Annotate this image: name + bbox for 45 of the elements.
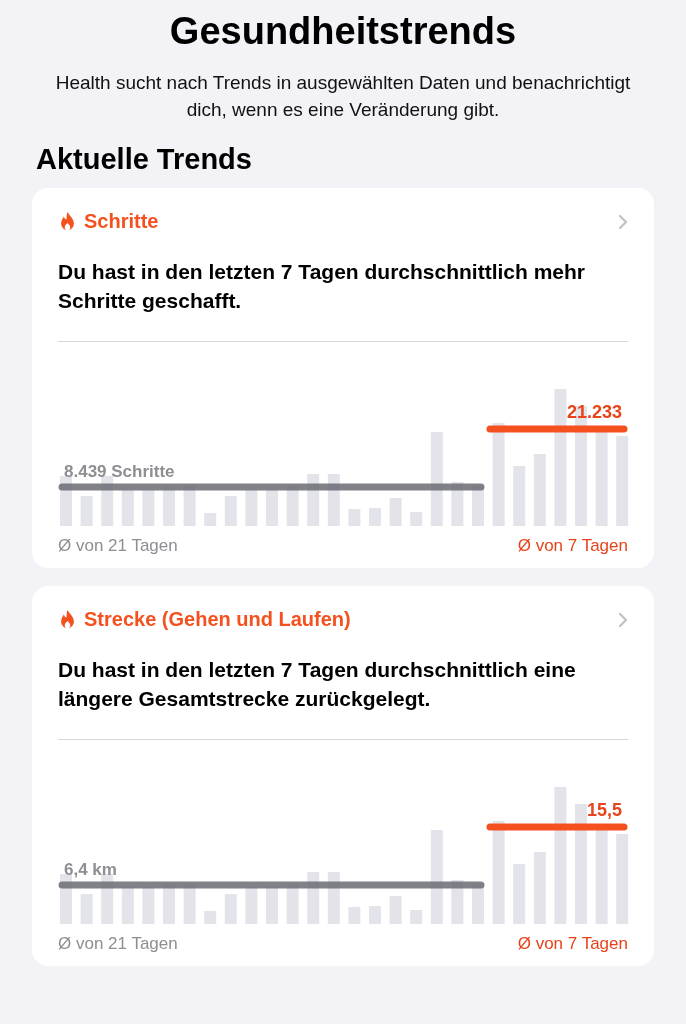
chart-bar <box>266 489 278 526</box>
chart-bar <box>224 496 237 526</box>
chart-bar <box>533 852 546 924</box>
section-title: Aktuelle Trends <box>36 143 253 176</box>
chart-bar <box>80 496 93 526</box>
chart-bar <box>204 513 217 526</box>
chart-bar <box>204 911 217 924</box>
chart-bar <box>245 887 258 924</box>
chart-bar <box>348 907 361 924</box>
chart-bar <box>513 466 526 526</box>
page-title: Gesundheitstrends <box>168 10 518 53</box>
chart-bar <box>533 454 546 526</box>
chart-bar <box>369 508 381 526</box>
old-average-label: 6,4 km <box>64 860 117 879</box>
old-period-label: Ø von 21 Tagen <box>58 934 178 954</box>
chart-bar <box>348 509 361 526</box>
trend-message: Du hast in den letzten 7 Tagen durchschnittlich eine längere Gesamtstrecke zurückgelegt. <box>58 657 577 712</box>
new-period-label: Ø von 7 Tagen <box>517 934 628 954</box>
trend-card[interactable]: Schritte Du hast in den letzten 7 Tagen durchschnittlich mehr Schritte geschafft. 8.439 Schritte 21.233 Ø von 21 Tagen Ø von 7 Tagen <box>32 188 654 568</box>
chart-bar <box>224 894 237 924</box>
intro-text: Health sucht nach Trends in ausgewählten Daten und benachrichtigt dich, wenn es eine Veränderung gibt. <box>54 71 632 122</box>
chart-bar <box>142 489 155 526</box>
chart-bar <box>121 489 134 526</box>
metric-title: Strecke (Gehen und Laufen) <box>84 608 352 631</box>
trend-card[interactable]: Strecke (Gehen und Laufen) Du hast in den letzten 7 Tagen durchschnittlich eine längere Gesamtstrecke zurückgelegt. 6,4 km 15,5 Ø von 21 Tagen Ø von 7 Tagen <box>32 586 654 966</box>
new-period-label: Ø von 7 Tagen <box>517 536 628 556</box>
chart-bar <box>245 489 258 526</box>
chart-bar <box>513 864 526 924</box>
trend-message: Du hast in den letzten 7 Tagen durchschnittlich mehr Schritte geschafft. <box>58 259 586 314</box>
metric-title: Schritte <box>84 210 160 233</box>
chevron-icon <box>618 611 628 628</box>
chart-bar <box>121 887 134 924</box>
old-period-label: Ø von 21 Tagen <box>58 536 178 556</box>
chart-bar <box>389 896 402 924</box>
chart-bar <box>410 910 423 924</box>
old-average-label: 8.439 Schritte <box>64 462 175 481</box>
chart-bar <box>410 512 423 526</box>
chart-bar <box>142 887 155 924</box>
chart-bar <box>80 894 93 924</box>
new-average-label: 15,5 <box>586 800 622 820</box>
new-average-label: 21.233 <box>566 402 622 422</box>
chart-bar <box>266 887 278 924</box>
chevron-icon <box>618 213 628 230</box>
chart-bar <box>369 906 381 924</box>
chart-bar <box>389 498 402 526</box>
